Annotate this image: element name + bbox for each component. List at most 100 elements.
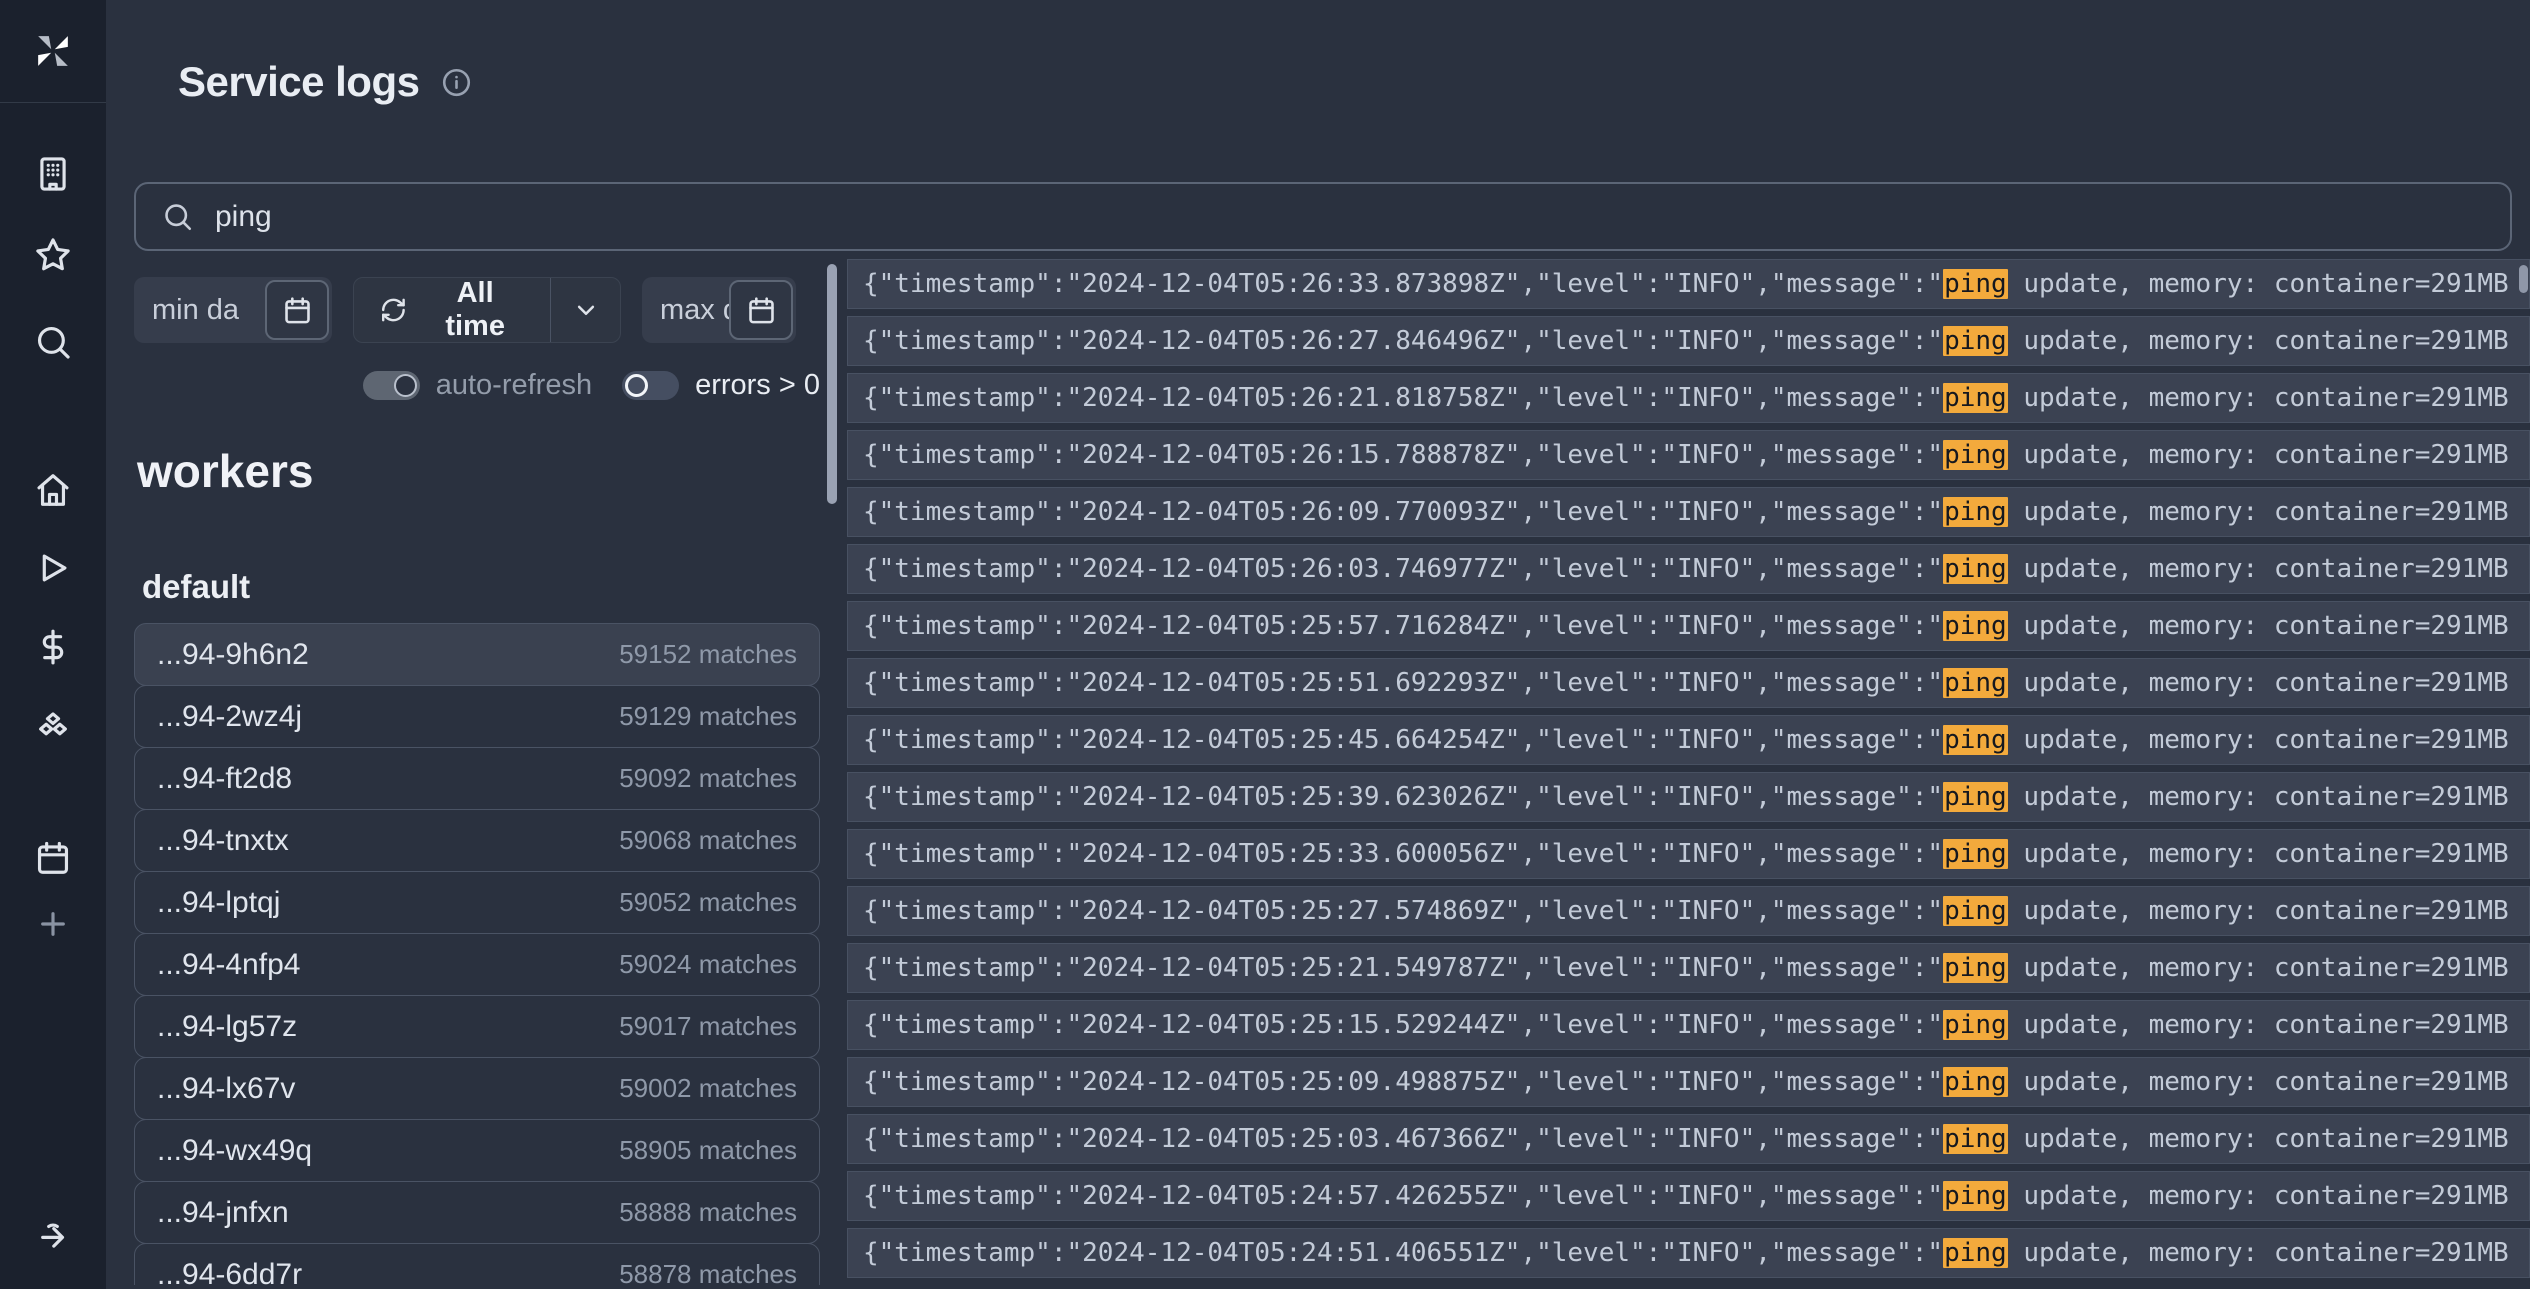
auto-refresh-toggle[interactable] (363, 371, 420, 400)
vertical-scrollbar-thumb[interactable] (827, 264, 837, 504)
log-line: {"timestamp":"2024-12-04T05:25:21.549787… (847, 943, 2530, 993)
schedules-icon[interactable] (34, 839, 72, 877)
windmill-logo[interactable] (34, 32, 72, 70)
worker-match-count: 59129 matches (619, 701, 797, 732)
search-match-highlight: ping (1943, 953, 2008, 983)
time-range-main-button[interactable]: All time (354, 278, 550, 342)
time-range-label: All time (425, 277, 526, 343)
worker-list-item[interactable]: ...94-4nfp459024 matches (134, 933, 820, 996)
search-match-highlight: ping (1943, 668, 2008, 698)
search-match-highlight: ping (1943, 326, 2008, 356)
worker-name: ...94-lg57z (157, 1010, 297, 1044)
expand-sidebar-icon[interactable] (34, 1216, 72, 1254)
worker-name: ...94-4nfp4 (157, 948, 300, 982)
worker-match-count: 59152 matches (619, 639, 797, 670)
search-match-highlight: ping (1943, 1124, 2008, 1154)
worker-list-item[interactable]: ...94-lptqj 59052 matches (134, 871, 820, 934)
main-panel: Service logs (106, 0, 2530, 1289)
workspace-icon[interactable] (34, 155, 72, 193)
min-date-field (134, 277, 332, 343)
search-match-highlight: ping (1943, 1067, 2008, 1097)
worker-list-item[interactable]: ...94-6dd7r58878 matches (134, 1243, 820, 1285)
page-header: Service logs (178, 58, 2530, 106)
worker-list-item[interactable]: ...94-tnxtx 59068 matches (134, 809, 820, 872)
sidebar-nav (0, 103, 106, 943)
search-match-highlight: ping (1943, 896, 2008, 926)
worker-name: ...94-lx67v (157, 1072, 295, 1106)
worker-list-item[interactable]: ...94-wx49q 58905 matches (134, 1119, 820, 1182)
log-line: {"timestamp":"2024-12-04T05:25:45.664254… (847, 715, 2530, 765)
usage-icon[interactable] (34, 628, 72, 666)
search-match-highlight: ping (1943, 269, 2008, 299)
search-match-highlight: ping (1943, 1238, 2008, 1268)
search-match-highlight: ping (1943, 383, 2008, 413)
log-panel-scroll-area (820, 259, 847, 1285)
errors-toggle[interactable] (622, 371, 679, 400)
resources-icon[interactable] (34, 707, 72, 745)
errors-toggle-label: errors > 0 (695, 369, 820, 402)
search-match-highlight: ping (1943, 611, 2008, 641)
log-line: {"timestamp":"2024-12-04T05:26:15.788878… (847, 430, 2530, 480)
log-line: {"timestamp":"2024-12-04T05:26:27.846496… (847, 316, 2530, 366)
search-match-highlight: ping (1943, 1010, 2008, 1040)
log-line: {"timestamp":"2024-12-04T05:26:09.770093… (847, 487, 2530, 537)
search-input[interactable] (215, 200, 2484, 234)
worker-match-count: 58888 matches (619, 1197, 797, 1228)
search-match-highlight: ping (1943, 497, 2008, 527)
worker-list-item[interactable]: ...94-lg57z 59017 matches (134, 995, 820, 1058)
worker-list-item[interactable]: ...94-2wz4j59129 matches (134, 685, 820, 748)
search-match-highlight: ping (1943, 1181, 2008, 1211)
log-line: {"timestamp":"2024-12-04T05:25:57.716284… (847, 601, 2530, 651)
max-date-field (642, 277, 796, 343)
search-match-highlight: ping (1943, 554, 2008, 584)
worker-list-item[interactable]: ...94-jnfxn 58888 matches (134, 1181, 820, 1244)
add-icon[interactable] (34, 905, 72, 943)
worker-name: ...94-wx49q (157, 1134, 312, 1168)
toggle-knob (625, 374, 648, 397)
info-icon[interactable] (441, 67, 472, 98)
log-line: {"timestamp":"2024-12-04T05:25:09.498875… (847, 1057, 2530, 1107)
log-line: {"timestamp":"2024-12-04T05:25:39.623026… (847, 772, 2530, 822)
worker-match-count: 59092 matches (619, 763, 797, 794)
log-line: {"timestamp":"2024-12-04T05:24:51.406551… (847, 1228, 2530, 1278)
home-icon[interactable] (34, 471, 72, 509)
log-line: {"timestamp":"2024-12-04T05:25:51.692293… (847, 658, 2530, 708)
worker-match-count: 59052 matches (619, 887, 797, 918)
calendar-icon (746, 295, 777, 326)
log-line-scrollbar-thumb[interactable] (2519, 265, 2528, 293)
time-range-dropdown-button[interactable] (550, 278, 620, 342)
worker-list-item[interactable]: ...94-ft2d859092 matches (134, 747, 820, 810)
content-area: All time auto-refresh errors > (134, 259, 2530, 1285)
log-line: {"timestamp":"2024-12-04T05:26:33.873898… (847, 259, 2530, 309)
min-date-calendar-button[interactable] (265, 280, 329, 340)
search-match-highlight: ping (1943, 782, 2008, 812)
worker-name: ...94-jnfxn (157, 1196, 289, 1230)
sidebar (0, 0, 106, 1289)
refresh-icon (379, 295, 408, 325)
log-line: {"timestamp":"2024-12-04T05:24:57.426255… (847, 1171, 2530, 1221)
max-date-calendar-button[interactable] (729, 280, 793, 340)
favorites-icon[interactable] (34, 236, 72, 274)
app-logo-area (0, 0, 106, 103)
search-match-highlight: ping (1943, 440, 2008, 470)
page-title: Service logs (178, 58, 419, 106)
worker-list-item[interactable]: ...94-lx67v 59002 matches (134, 1057, 820, 1120)
worker-match-count: 59068 matches (619, 825, 797, 856)
runs-icon[interactable] (34, 549, 72, 587)
search-match-highlight: ping (1943, 725, 2008, 755)
worker-match-count: 58878 matches (619, 1259, 797, 1285)
log-line: {"timestamp":"2024-12-04T05:25:27.574869… (847, 886, 2530, 936)
log-line: {"timestamp":"2024-12-04T05:26:03.746977… (847, 544, 2530, 594)
search-icon[interactable] (34, 323, 72, 361)
filters-and-workers-panel: All time auto-refresh errors > (134, 259, 820, 1285)
worker-name: ...94-9h6n2 (157, 638, 309, 672)
toggle-knob (394, 374, 417, 397)
time-range-button: All time (353, 277, 621, 343)
worker-match-count: 58905 matches (619, 1135, 797, 1166)
worker-match-count: 59017 matches (619, 1011, 797, 1042)
worker-list-item[interactable]: ...94-9h6n2 59152 matches (134, 623, 820, 686)
log-line: {"timestamp":"2024-12-04T05:25:15.529244… (847, 1000, 2530, 1050)
worker-name: ...94-lptqj (157, 886, 280, 920)
worker-match-count: 59002 matches (619, 1073, 797, 1104)
worker-name: ...94-tnxtx (157, 824, 289, 858)
